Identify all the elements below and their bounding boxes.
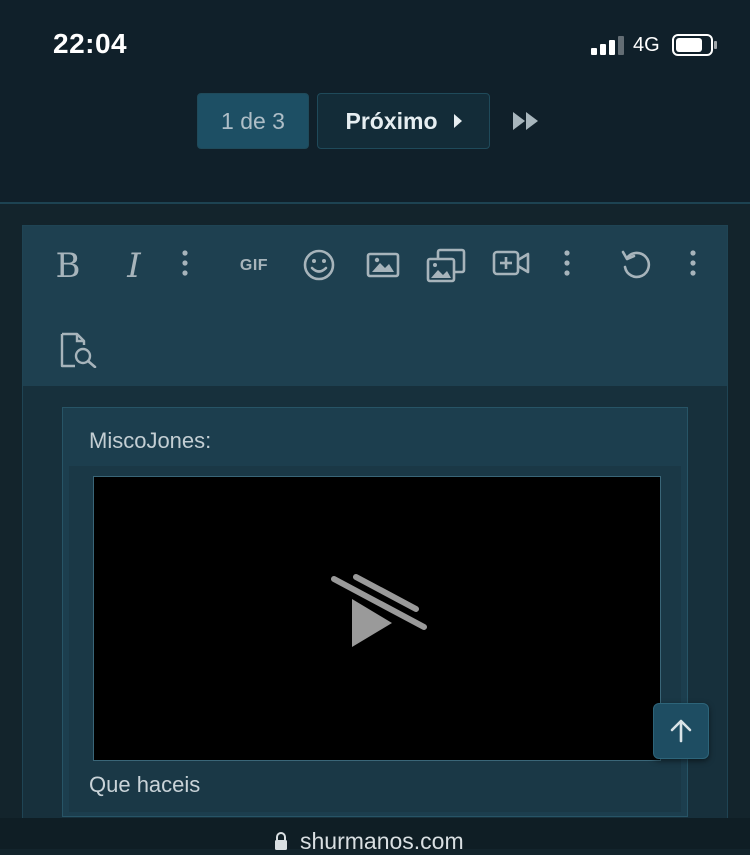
more-options-icon[interactable] xyxy=(689,248,697,278)
battery-icon xyxy=(672,34,717,56)
editor-content[interactable]: MiscoJones: Que haceis xyxy=(23,386,727,826)
preview-tab[interactable] xyxy=(23,306,131,388)
embedded-video[interactable] xyxy=(93,476,661,761)
editor-toolbar: B I GIF xyxy=(23,226,727,306)
caret-right-icon xyxy=(453,114,462,128)
italic-button[interactable]: I xyxy=(119,246,149,286)
quote-body: Que haceis xyxy=(69,466,681,812)
page-indicator[interactable]: 1 de 3 xyxy=(197,93,309,149)
editor-toolbar-secondary xyxy=(23,306,727,388)
more-insert-options-icon[interactable] xyxy=(563,248,571,278)
emoji-icon[interactable] xyxy=(302,248,336,282)
pagination-bar: 1 de 3 Próximo xyxy=(0,90,750,204)
media-gallery-icon[interactable] xyxy=(426,248,466,284)
quote-author: MiscoJones: xyxy=(89,428,212,453)
signal-strength-icon xyxy=(591,36,624,55)
quote-block: MiscoJones: Que haceis xyxy=(62,407,688,817)
next-page-button[interactable]: Próximo xyxy=(317,93,490,149)
last-page-icon[interactable] xyxy=(511,110,541,132)
clock: 22:04 xyxy=(53,28,128,59)
scroll-to-top-button[interactable] xyxy=(653,703,709,759)
video-add-icon[interactable] xyxy=(492,248,530,278)
undo-icon[interactable] xyxy=(619,248,653,282)
network-type: 4G xyxy=(633,34,660,56)
next-page-label: Próximo xyxy=(345,107,438,134)
message-editor: B I GIF MiscoJones: Que haceis xyxy=(22,225,728,826)
status-bar: 22:04 4G xyxy=(0,0,750,90)
bold-button[interactable]: B xyxy=(53,246,83,286)
more-text-options-icon[interactable] xyxy=(181,248,189,278)
quote-text: Que haceis xyxy=(89,772,201,797)
arrow-up-icon xyxy=(670,719,692,743)
document-preview-icon xyxy=(60,332,97,368)
lock-icon xyxy=(275,832,287,850)
browser-url-bar[interactable]: shurmanos.com xyxy=(0,818,750,854)
gif-button[interactable]: GIF xyxy=(237,248,271,284)
image-icon[interactable] xyxy=(366,248,400,282)
url-text: shurmanos.com xyxy=(300,828,464,854)
video-unavailable-icon xyxy=(331,574,427,647)
